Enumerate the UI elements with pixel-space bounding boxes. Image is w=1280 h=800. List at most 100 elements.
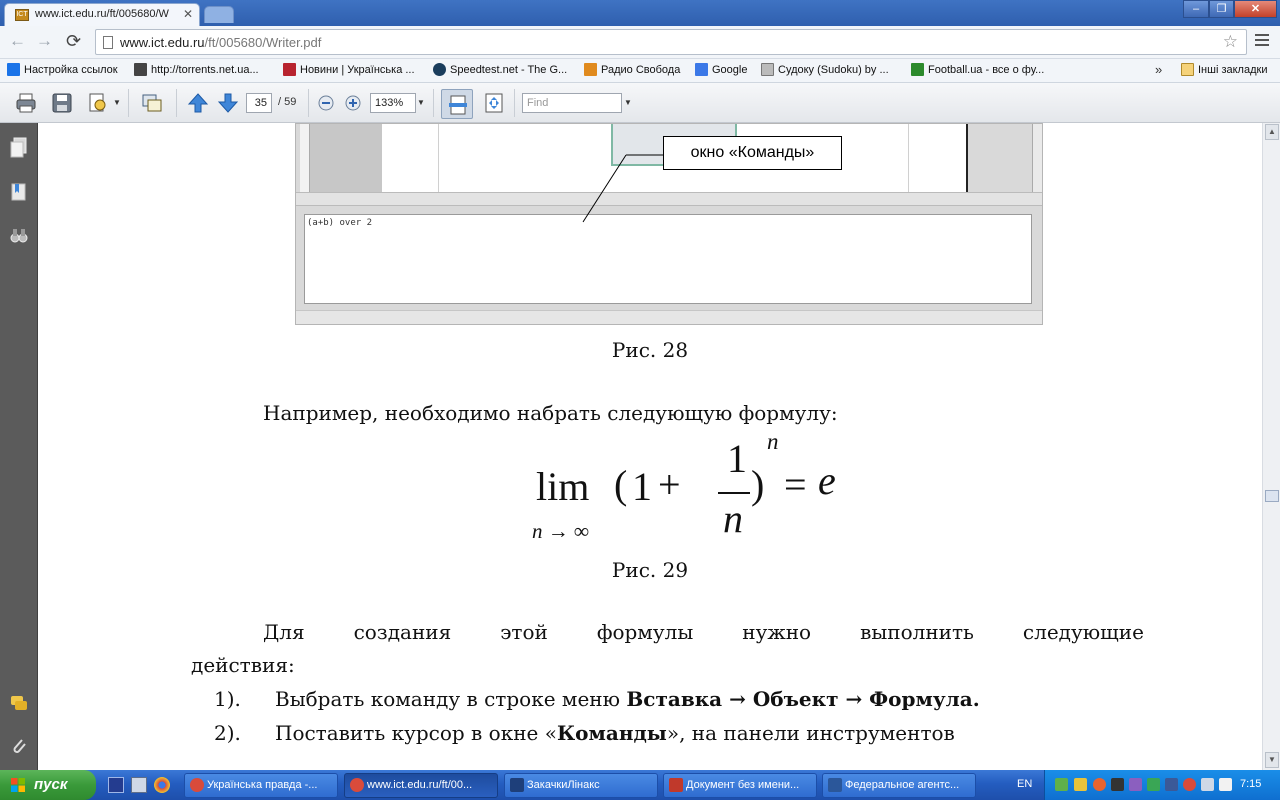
share-review-icon[interactable] [140, 91, 164, 115]
intro-paragraph: Например, необходимо набрать следующую ф… [263, 401, 838, 425]
taskbar-item[interactable]: Українська правда -... [184, 773, 338, 798]
back-arrow-icon[interactable]: ← [9, 32, 26, 50]
page-number-input[interactable]: 35 [246, 93, 272, 113]
tray-facebook-icon[interactable] [1165, 778, 1178, 791]
formula-exponent: n [767, 429, 779, 454]
address-url[interactable]: www.ict.edu.ru/ft/005680/Writer.pdf [120, 35, 321, 50]
radio-icon [584, 63, 597, 76]
tab-close-icon[interactable]: ✕ [183, 7, 193, 21]
formula-fraction-bar [718, 492, 750, 494]
new-tab-button[interactable] [204, 6, 234, 23]
bookmark-item[interactable]: Google [695, 63, 747, 79]
screen: ICT www.ict.edu.ru/ft/005680/W ✕ – ❐ ✕ ←… [0, 0, 1280, 800]
sudoku-icon [761, 63, 774, 76]
bookmark-item[interactable]: Настройка ссылок [7, 63, 118, 79]
figure-page-edge [966, 124, 968, 192]
find-input[interactable]: Find [522, 93, 622, 113]
pdf-toolbar: ▼ 35 / 59 133% ▼ Find ▼ [0, 83, 1280, 123]
properties-dropdown-icon[interactable]: ▼ [113, 98, 121, 107]
torrent-icon [134, 63, 147, 76]
zoom-level-field[interactable]: 133% [370, 93, 416, 113]
comments-icon[interactable] [9, 693, 29, 715]
bookmarks-overflow-button[interactable]: » [1155, 62, 1162, 77]
quicklaunch-app-icon[interactable] [131, 777, 147, 793]
start-button[interactable]: пуск [0, 770, 96, 800]
properties-icon[interactable] [86, 91, 110, 115]
show-desktop-icon[interactable] [108, 777, 124, 793]
tab-title: www.ict.edu.ru/ft/005680/W [35, 8, 169, 20]
scroll-up-arrow-icon[interactable]: ▲ [1265, 124, 1279, 140]
reload-icon[interactable]: ⟳ [66, 32, 81, 50]
bookmark-item[interactable]: http://torrents.net.ua... [134, 63, 259, 79]
search-binoculars-icon[interactable] [9, 225, 29, 247]
save-icon[interactable] [50, 91, 74, 115]
tray-monitor-icon[interactable] [1111, 778, 1124, 791]
previous-page-icon[interactable] [186, 91, 210, 115]
bookmark-item[interactable]: Новини | Українська ... [283, 63, 415, 79]
scroll-down-arrow-icon[interactable]: ▼ [1265, 752, 1279, 768]
bookmark-star-icon[interactable]: ☆ [1223, 32, 1238, 52]
bookmarks-panel-icon[interactable] [9, 181, 29, 203]
callout-label: окно «Команды» [663, 136, 842, 170]
window-close-button[interactable]: ✕ [1234, 0, 1277, 18]
limit-formula: lim n → ∞ ( 1 + 1 n ) n = e [528, 429, 836, 545]
tray-puzzle-icon[interactable] [1147, 778, 1160, 791]
tray-app-icon[interactable] [1129, 778, 1142, 791]
taskbar-item-active[interactable]: www.ict.edu.ru/ft/00... [344, 773, 498, 798]
find-dropdown-icon[interactable]: ▼ [624, 98, 632, 107]
fit-width-button[interactable] [441, 89, 473, 119]
bookmark-item[interactable]: Speedtest.net - The G... [433, 63, 567, 79]
tray-shield-icon[interactable] [1074, 778, 1087, 791]
taskbar-item[interactable]: ЗакачкиЛінакс [504, 773, 658, 798]
other-bookmarks-folder[interactable]: Інші закладки [1181, 63, 1267, 79]
formula-one: 1 [632, 464, 652, 509]
forward-arrow-icon[interactable]: → [36, 32, 53, 50]
taskbar-item[interactable]: Федеральное агентс... [822, 773, 976, 798]
folder-icon [510, 778, 524, 792]
formula-lim: lim [536, 464, 590, 509]
next-page-icon[interactable] [216, 91, 240, 115]
figure-side-scrollbar [1032, 124, 1042, 192]
volume-icon[interactable] [1219, 778, 1232, 791]
bookmark-item[interactable]: Радио Свобода [584, 63, 680, 79]
scroll-thumb[interactable] [1265, 490, 1279, 502]
toolbar-separator [176, 89, 177, 117]
windows-taskbar: пуск Українська правда -... www.ict.edu.… [0, 770, 1280, 800]
address-bar[interactable]: www.ict.edu.ru/ft/005680/Writer.pdf ☆ [95, 29, 1247, 55]
word-icon [828, 778, 842, 792]
chrome-menu-icon[interactable] [1255, 34, 1269, 47]
zoom-out-icon[interactable] [318, 95, 334, 111]
zoom-dropdown-icon[interactable]: ▼ [417, 98, 425, 107]
tray-app-icon[interactable] [1183, 778, 1196, 791]
taskbar-item[interactable]: Документ без имени... [663, 773, 817, 798]
page-total-label: / 59 [278, 96, 297, 108]
chrome-icon [190, 778, 204, 792]
site-favicon-icon: ICT [15, 9, 29, 21]
language-indicator[interactable]: EN [1017, 778, 1032, 790]
tray-app-icon[interactable] [1093, 778, 1106, 791]
navigation-pane [0, 123, 38, 770]
bookmarks-bar: Настройка ссылок http://torrents.net.ua.… [0, 59, 1280, 83]
window-restore-button[interactable]: ❐ [1209, 0, 1234, 18]
clock: 7:15 [1240, 778, 1262, 790]
step-2-text: Поставить курсор в окне «Команды», на па… [275, 721, 955, 745]
pages-panel-icon[interactable] [9, 137, 29, 159]
network-signal-icon[interactable] [1055, 778, 1068, 791]
zoom-in-icon[interactable] [345, 95, 361, 111]
tray-app-icon[interactable] [1201, 778, 1214, 791]
bookmark-item[interactable]: Football.ua - все о фу... [911, 63, 1044, 79]
document-scrollbar[interactable]: ▲ ▼ [1262, 123, 1280, 770]
attachments-paperclip-icon[interactable] [9, 735, 29, 757]
window-minimize-button[interactable]: – [1183, 0, 1209, 18]
formula-subscript: n → ∞ [532, 519, 589, 543]
tab-strip: ICT www.ict.edu.ru/ft/005680/W ✕ – ❐ ✕ [0, 0, 1280, 26]
pdf-page[interactable]: (a+b) over 2 окно «Команды» Рис. 28 Напр… [38, 123, 1262, 770]
page-icon [103, 36, 113, 49]
fit-page-icon[interactable] [482, 91, 506, 115]
tab-active[interactable]: ICT www.ict.edu.ru/ft/005680/W ✕ [4, 3, 200, 26]
print-icon[interactable] [14, 91, 38, 115]
toolbar-separator [128, 89, 129, 117]
bookmark-item[interactable]: Судоку (Sudoku) by ... [761, 63, 889, 79]
formula-left-paren: ( [614, 462, 628, 507]
chrome-icon[interactable] [154, 777, 170, 793]
